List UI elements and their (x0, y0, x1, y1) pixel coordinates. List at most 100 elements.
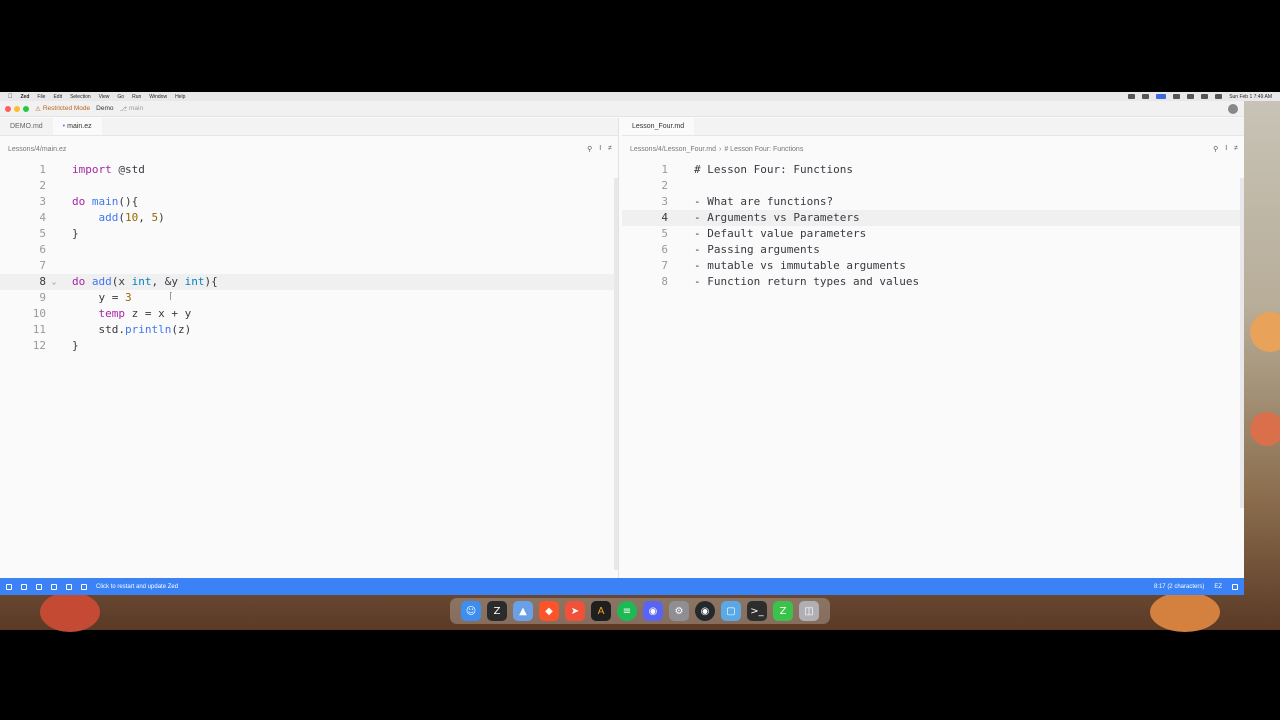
markdown-editor[interactable]: 1 # Lesson Four: Functions 2 3 - What are … (622, 162, 1244, 290)
wallpaper-flower (1250, 312, 1280, 352)
update-message[interactable]: Click to restart and update Zed (96, 584, 178, 590)
editor-toolbar: ⚲ I ≠ (1213, 145, 1238, 153)
zed-preview-icon[interactable]: Z (773, 601, 793, 621)
terminal-icon[interactable]: >_ (747, 601, 767, 621)
language-selector[interactable]: EZ (1214, 584, 1222, 590)
breadcrumb-separator: › (719, 145, 722, 153)
editor-toolbar: ⚲ I ≠ (587, 145, 612, 153)
inline-assist-icon[interactable]: I (599, 145, 601, 153)
battery-icon[interactable] (1173, 94, 1181, 99)
settings-icon[interactable]: ≠ (608, 145, 612, 153)
screen-share-icon[interactable] (1156, 94, 1167, 99)
tab-main-ez[interactable]: • main.ez (52, 117, 102, 135)
breadcrumb-symbol[interactable]: # Lesson Four: Functions (724, 146, 803, 153)
line-number: 1 (661, 163, 668, 176)
sidebar-toggle-icon[interactable] (6, 583, 12, 590)
text-cursor-icon: ⌈ (168, 292, 174, 302)
code-line: 5 - Default value parameters (622, 226, 1244, 242)
line-number: 8 (39, 275, 46, 288)
branch-name: main (129, 105, 144, 112)
git-panel-icon[interactable] (21, 583, 27, 590)
control-center-icon[interactable] (1215, 94, 1223, 99)
record-icon[interactable] (1142, 94, 1150, 99)
menu-help[interactable]: Help (175, 94, 185, 100)
menu-run[interactable]: Run (132, 94, 141, 100)
code-editor[interactable]: 1 import @std 2 3 do main(){ 4 add(10, 5) … (0, 162, 618, 354)
breadcrumb-path[interactable]: Lessons/4/main.ez (8, 146, 66, 153)
code-text: temp z = x + y (98, 307, 192, 320)
inline-assist-icon[interactable]: I (1225, 145, 1227, 153)
search-icon[interactable]: ⚲ (1213, 145, 1218, 153)
restricted-mode-label: Restricted Mode (42, 105, 91, 112)
folder-icon[interactable]: ▢ (721, 601, 741, 621)
project-name[interactable]: Demo (96, 105, 113, 112)
search-icon[interactable]: ⚲ (587, 145, 592, 153)
finder-icon[interactable]: ☺ (461, 601, 481, 621)
tab-lesson-four-md[interactable]: Lesson_Four.md (622, 117, 695, 135)
search-icon[interactable] (1201, 94, 1209, 99)
breadcrumb: Lessons/4/Lesson_Four.md › # Lesson Four… (622, 136, 1244, 162)
code-line: 7 (0, 258, 618, 274)
menu-bar:  Zed File Edit Selection View Go Run Wi… (0, 92, 1280, 101)
swift-icon[interactable]: ➤ (565, 601, 585, 621)
code-text: do add(x int, &y int){ (72, 275, 218, 288)
menu-selection[interactable]: Selection (70, 94, 91, 100)
warning-icon: ⚠ (35, 105, 41, 113)
search-icon[interactable] (51, 583, 57, 590)
menu-app[interactable]: Zed (21, 94, 30, 100)
code-line: 4 add(10, 5) (0, 210, 618, 226)
github-icon[interactable]: ◉ (695, 601, 715, 621)
tab-demo-md[interactable]: DEMO.md (0, 117, 53, 135)
line-number: 7 (39, 259, 46, 272)
discord-icon[interactable]: ◉ (643, 601, 663, 621)
code-line-current: 8 ⌄ do add(x int, &y int){ (0, 274, 618, 290)
diagnostics-icon[interactable] (66, 583, 72, 590)
zed-icon[interactable]: Z (487, 601, 507, 621)
minimize-window-button[interactable] (14, 105, 20, 112)
code-line: 5} (0, 226, 618, 242)
line-number: 12 (32, 339, 46, 352)
menu-edit[interactable]: Edit (53, 94, 62, 100)
fold-chevron-icon[interactable]: ⌄ (46, 274, 62, 290)
branch-selector[interactable]: ⎇ main (120, 105, 144, 113)
clock[interactable]: Sun Feb 1 7:49 AM (1229, 94, 1272, 100)
code-text: # Lesson Four: Functions (694, 163, 853, 176)
brave-icon[interactable]: ◆ (539, 601, 559, 621)
settings-icon[interactable]: ⚙ (669, 601, 689, 621)
line-number: 4 (39, 211, 46, 224)
avatar[interactable] (1228, 103, 1238, 114)
line-number: 6 (661, 243, 668, 256)
wifi-icon[interactable] (1187, 94, 1195, 99)
cursor-position[interactable]: 8:17 (2 characters) (1154, 584, 1204, 590)
terminal-toggle-icon[interactable] (36, 583, 42, 590)
close-window-button[interactable] (5, 105, 11, 112)
zoom-window-button[interactable] (23, 105, 29, 112)
menu-view[interactable]: View (99, 94, 110, 100)
assistant-icon[interactable] (1232, 583, 1238, 590)
update-icon[interactable] (81, 583, 87, 590)
arc-icon[interactable]: A (591, 601, 611, 621)
menu-file[interactable]: File (37, 94, 45, 100)
trash-icon[interactable]: ◫ (799, 601, 819, 621)
restricted-mode-button[interactable]: ⚠ Restricted Mode (35, 105, 90, 113)
tab-label: Lesson_Four.md (632, 122, 685, 130)
code-line: 12} (0, 338, 618, 354)
extension-icon[interactable] (1128, 94, 1136, 99)
code-text: import @std (72, 163, 145, 176)
vertical-scrollbar[interactable] (614, 178, 618, 570)
line-number: 6 (39, 243, 46, 256)
line-number: 8 (661, 275, 668, 288)
menu-go[interactable]: Go (117, 94, 124, 100)
code-text: - Default value parameters (694, 227, 867, 240)
spotify-icon[interactable]: ≡ (617, 601, 637, 621)
line-number: 5 (39, 227, 46, 240)
settings-icon[interactable]: ≠ (1234, 145, 1238, 153)
apple-icon[interactable]:  (8, 94, 13, 100)
code-line-current: 4 - Arguments vs Parameters (622, 210, 1244, 226)
affinity-icon[interactable]: ▲ (513, 601, 533, 621)
vertical-scrollbar[interactable] (1240, 178, 1244, 508)
menu-window[interactable]: Window (149, 94, 167, 100)
code-text: - Arguments vs Parameters (694, 211, 860, 224)
breadcrumb-path[interactable]: Lessons/4/Lesson_Four.md (630, 146, 716, 153)
